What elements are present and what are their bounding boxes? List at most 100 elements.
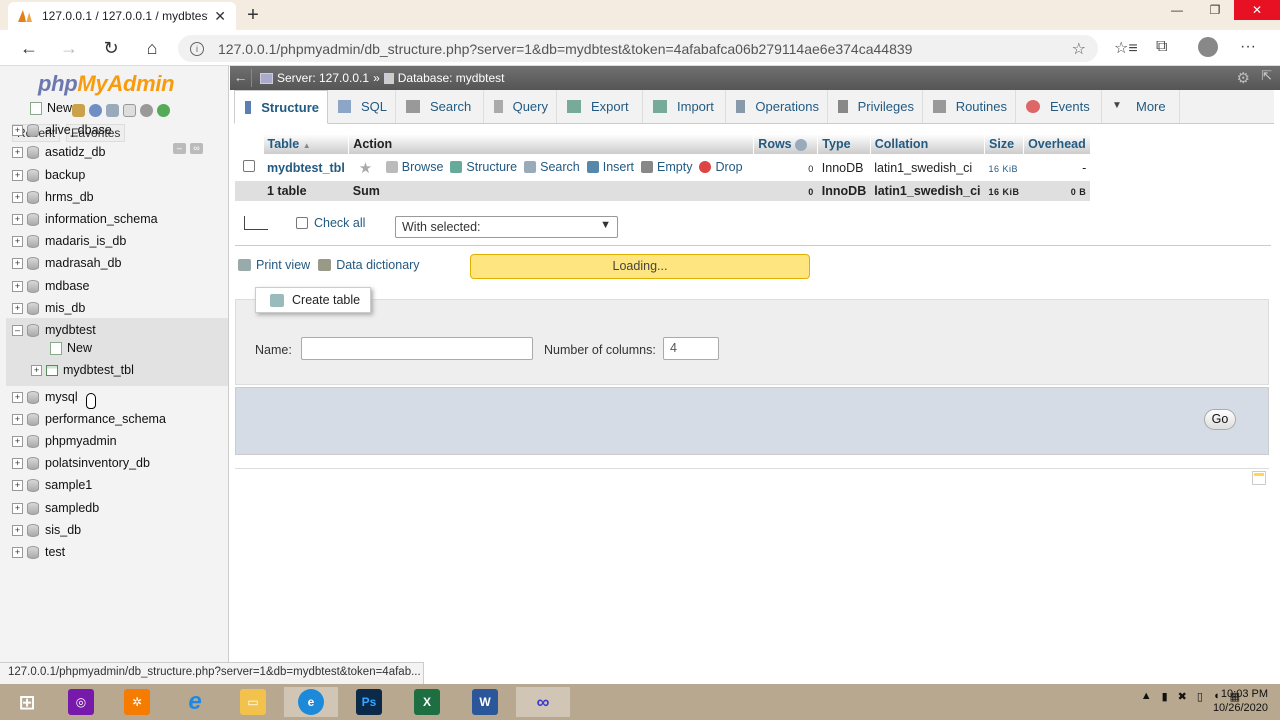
collapse-all-icon[interactable]: – [173,143,186,154]
expand-icon[interactable]: + [31,364,42,376]
col-header-type[interactable]: Type [817,134,871,154]
home-icon[interactable] [72,104,85,117]
action-insert[interactable]: Insert [586,160,634,174]
tab-query[interactable]: Query [484,90,557,123]
page-collapse-icon[interactable]: ⇱ [1261,68,1272,84]
action-structure[interactable]: Structure [450,160,517,174]
tab-structure[interactable]: Structure [234,90,328,124]
tab-sql[interactable]: SQL [328,90,396,123]
site-info-icon[interactable]: i [190,41,204,56]
expand-icon[interactable]: + [12,413,23,425]
sidebar-item-madrasah_db[interactable]: + madrasah_db [12,253,121,273]
go-button[interactable]: Go [1204,409,1236,430]
taskbar-app-icon[interactable]: ∞ [516,687,570,717]
col-header-size[interactable]: Size [984,134,1025,154]
taskbar-xampp-icon[interactable]: ✲ [110,687,164,717]
table-name-input[interactable] [301,337,533,360]
settings-gear-icon[interactable] [140,104,153,117]
expand-icon[interactable]: + [12,457,23,469]
network-icon[interactable]: ▮ [1162,690,1168,703]
tab-privileges[interactable]: Privileges [828,90,923,123]
expand-icon[interactable]: + [12,524,23,536]
settings-more-icon[interactable]: ··· [1240,38,1256,56]
expand-icon[interactable]: + [12,169,23,181]
action-search[interactable]: Search [524,160,580,174]
sidebar-item-new-table[interactable]: New [50,338,92,358]
back-button[interactable]: ← [18,38,40,59]
reload-button[interactable]: ↻ [100,38,122,59]
num-columns-input[interactable]: 4 [663,337,719,360]
expand-icon[interactable]: + [12,435,23,447]
favorites-icon[interactable]: ☆≡ [1114,38,1138,58]
sidebar-item-mis_db[interactable]: + mis_db [12,298,85,318]
taskbar-clock[interactable]: 10:03 PM 10/26/2020 [1213,687,1268,715]
home-button[interactable]: ⌂ [141,38,163,59]
favorite-star-icon[interactable]: ☆ [1072,39,1086,59]
tray-chevron-icon[interactable]: ▲ [1141,690,1152,703]
expand-icon[interactable]: + [12,479,23,491]
expand-icon[interactable]: + [12,257,23,269]
sidebar-item-sample1[interactable]: + sample1 [12,475,92,495]
taskbar-word-icon[interactable]: W [458,687,512,717]
sidebar-item-backup[interactable]: + backup [12,165,85,185]
table-name-link[interactable]: mydbtest_tbl [267,161,345,175]
tab-operations[interactable]: Operations [726,90,828,123]
row-checkbox[interactable] [243,160,255,172]
check-all-label[interactable]: Check all [314,216,365,230]
with-selected-select[interactable]: With selected: ▼ [395,216,618,238]
sidebar-item-mydbtest-tbl[interactable]: + mydbtest_tbl [31,360,134,380]
taskbar-onenote-icon[interactable]: ◎ [54,687,108,717]
expand-icon[interactable]: + [12,235,23,247]
data-dictionary-link[interactable]: Data dictionary [318,258,420,272]
check-all-checkbox[interactable] [296,217,308,229]
taskbar-photoshop-icon[interactable]: Ps [342,687,396,717]
taskbar-excel-icon[interactable]: X [400,687,454,717]
sidebar-item-sis_db[interactable]: + sis_db [12,520,81,540]
expand-icon[interactable]: + [12,124,23,136]
link-icon[interactable]: ∞ [190,143,203,154]
phpmyadmin-logo[interactable]: phpMyAdmin [38,71,175,97]
start-button[interactable]: ⊞ [0,687,54,717]
expand-icon[interactable]: + [12,502,23,514]
sidebar-item-alive_dbase[interactable]: + alive_dbase [12,120,112,140]
print-view-link[interactable]: Print view [238,258,310,272]
col-header-table[interactable]: Table ▲ [263,134,350,154]
console-note-icon[interactable] [1252,471,1266,485]
expand-icon[interactable]: + [12,280,23,292]
action-drop[interactable]: Drop [699,160,743,174]
shield-icon[interactable]: ✖ [1178,690,1187,703]
sidebar-item-new[interactable]: New [30,98,72,118]
forward-button[interactable]: → [58,38,80,59]
action-browse[interactable]: Browse [385,160,443,174]
expand-icon[interactable]: + [12,302,23,314]
expand-icon[interactable]: + [12,546,23,558]
expand-icon[interactable]: + [12,146,23,158]
col-header-rows[interactable]: Rows [753,134,819,154]
tab-export[interactable]: Export [557,90,643,123]
minimize-button[interactable]: — [1158,0,1196,20]
sidebar-item-asatidz_db[interactable]: + asatidz_db [12,142,105,162]
tab-events[interactable]: Events [1016,90,1102,123]
collapse-nav-button[interactable]: ← [230,69,252,87]
help-icon[interactable] [106,104,119,117]
profile-avatar[interactable] [1198,37,1218,57]
sidebar-item-test[interactable]: + test [12,542,65,562]
docs-icon[interactable] [123,104,136,117]
sidebar-item-madaris_is_db[interactable]: + madaris_is_db [12,231,126,251]
expand-icon[interactable]: + [12,213,23,225]
tab-search[interactable]: Search [396,90,484,123]
page-settings-icon[interactable]: ⚙ [1237,69,1250,87]
address-field[interactable]: i 127.0.0.1/phpmyadmin/db_structure.php?… [178,35,1098,62]
sidebar-item-polatsinventory_db[interactable]: + polatsinventory_db [12,453,150,473]
close-window-button[interactable]: ✕ [1234,0,1280,20]
power-icon[interactable]: ▯ [1197,690,1203,703]
restore-button[interactable]: ❐ [1196,0,1234,20]
breadcrumb-database[interactable]: Database: mydbtest [398,71,505,85]
sidebar-item-sampledb[interactable]: + sampledb [12,498,99,518]
breadcrumb-server[interactable]: Server: 127.0.0.1 [277,71,369,85]
logout-icon[interactable] [89,104,102,117]
taskbar-edge-icon[interactable]: e [284,687,338,717]
taskbar-ie-icon[interactable]: e [168,687,222,717]
action-empty[interactable]: Empty [641,160,692,174]
sidebar-item-hrms_db[interactable]: + hrms_db [12,187,94,207]
